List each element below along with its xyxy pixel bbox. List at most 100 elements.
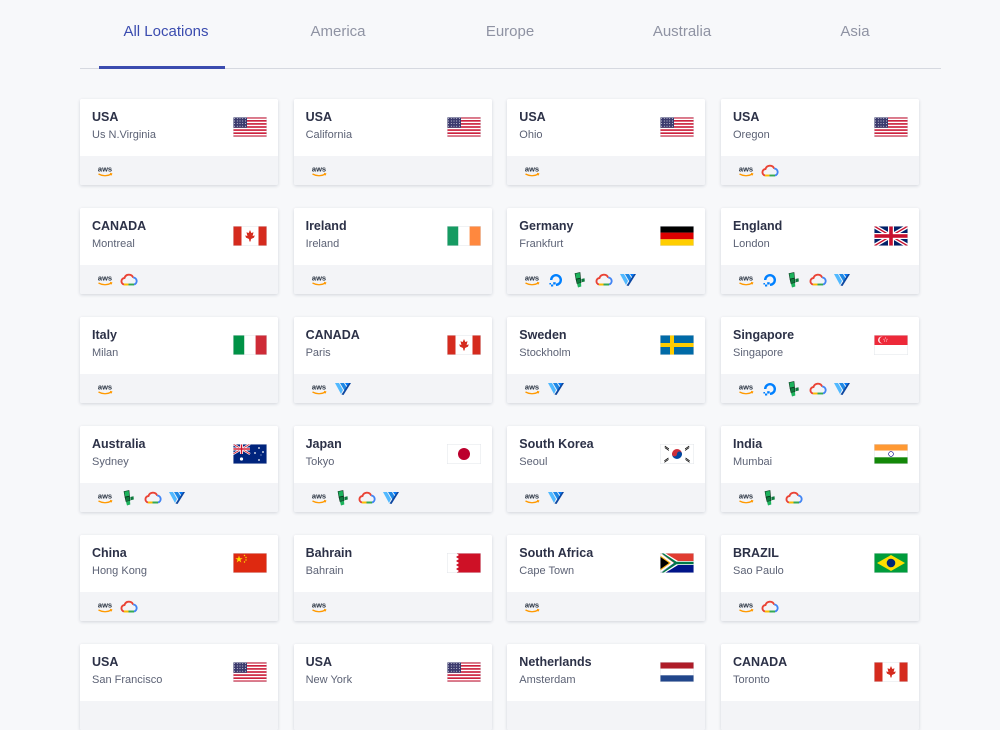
provider-list: aws <box>95 272 143 288</box>
vultr-icon <box>832 381 852 397</box>
card-providers: aws <box>721 156 919 185</box>
tab-america[interactable]: America <box>268 0 408 69</box>
city-name: Montreal <box>92 238 135 250</box>
flag-ca-icon <box>233 226 267 246</box>
tab-europe[interactable]: Europe <box>440 0 580 69</box>
country-name: USA <box>92 110 119 124</box>
vultr-icon <box>333 381 353 397</box>
country-name: Sweden <box>519 328 567 342</box>
card-header: CANADA Paris <box>293 317 492 374</box>
country-name: Japan <box>305 437 342 451</box>
location-card[interactable]: BRAZIL Sao Paulo aws <box>721 534 919 621</box>
flag-kr-icon <box>660 444 695 464</box>
location-card[interactable]: England London aws <box>721 208 919 294</box>
card-providers: aws <box>80 156 278 185</box>
linode-icon <box>570 272 590 288</box>
aws-icon: aws <box>95 599 115 615</box>
svg-text:aws: aws <box>312 165 326 174</box>
provider-list: aws <box>736 490 808 506</box>
location-card[interactable]: Singapore Singapore aws <box>721 317 919 403</box>
svg-text:aws: aws <box>739 600 753 609</box>
card-providers <box>507 700 706 730</box>
provider-list: aws <box>309 272 333 288</box>
location-card[interactable]: Germany Frankfurt aws <box>507 208 706 294</box>
flag-de-icon <box>660 226 695 246</box>
flag-au-icon <box>233 444 267 464</box>
card-header: Germany Frankfurt <box>507 208 706 265</box>
location-card[interactable]: CANADA Paris aws <box>293 317 492 403</box>
location-card[interactable]: China Hong Kong aws <box>80 534 278 621</box>
location-card[interactable]: Japan Tokyo aws <box>293 426 492 512</box>
location-card[interactable]: Sweden Stockholm aws <box>507 317 706 403</box>
location-card[interactable]: CANADA Toronto <box>721 643 919 730</box>
card-header: Ireland Ireland <box>293 208 492 265</box>
city-name: Seoul <box>519 456 548 468</box>
location-card[interactable]: South Africa Cape Town aws <box>507 534 706 621</box>
city-name: Toronto <box>733 673 770 686</box>
location-card[interactable]: Netherlands Amsterdam <box>507 643 706 730</box>
card-providers <box>80 700 278 730</box>
google-cloud-icon <box>357 490 377 506</box>
flag-se-icon <box>660 335 695 355</box>
location-card[interactable]: CANADA Montreal aws <box>80 208 278 294</box>
card-header: South Africa Cape Town <box>507 534 706 592</box>
svg-text:aws: aws <box>312 600 326 609</box>
tab-all-locations[interactable]: All Locations <box>96 0 236 69</box>
location-card[interactable]: Ireland Ireland aws <box>293 208 492 294</box>
linode-icon <box>119 490 139 506</box>
card-providers <box>721 700 919 730</box>
location-card[interactable]: India Mumbai aws <box>721 426 919 512</box>
card-header: Australia Sydney <box>80 426 278 483</box>
city-name: Singapore <box>733 347 784 359</box>
card-header: Sweden Stockholm <box>507 317 706 374</box>
flag-gb-icon <box>874 226 908 246</box>
flag-nl-icon <box>660 661 695 682</box>
aws-icon: aws <box>309 163 329 179</box>
google-cloud-icon <box>594 272 614 288</box>
location-card[interactable]: Italy Milan aws <box>80 317 278 403</box>
aws-icon: aws <box>309 381 329 397</box>
location-card[interactable]: Australia Sydney aws <box>80 426 278 512</box>
location-card[interactable]: Bahrain Bahrain aws <box>293 534 492 621</box>
location-card[interactable]: South Korea Seoul aws <box>507 426 706 512</box>
aws-icon: aws <box>736 272 756 288</box>
card-header: USA Us N.Virginia <box>80 99 278 156</box>
location-card[interactable]: USA Us N.Virginia aws <box>80 99 278 185</box>
svg-text:aws: aws <box>98 165 112 174</box>
location-card[interactable]: USA Oregon aws <box>721 99 919 185</box>
country-name: BRAZIL <box>733 545 779 560</box>
location-card[interactable]: USA San Francisco <box>80 643 278 730</box>
city-name: Frankfurt <box>519 238 564 250</box>
country-name: Germany <box>519 219 574 233</box>
location-card[interactable]: USA New York <box>293 643 492 730</box>
svg-text:aws: aws <box>739 492 753 501</box>
provider-list: aws <box>309 163 333 179</box>
digitalocean-icon <box>760 272 780 288</box>
card-providers: aws <box>80 374 278 403</box>
provider-list: aws <box>522 490 570 506</box>
city-name: Sao Paulo <box>733 564 784 577</box>
location-card[interactable]: USA California aws <box>293 99 492 185</box>
tab-australia[interactable]: Australia <box>612 0 752 69</box>
city-name: Tokyo <box>305 456 335 468</box>
card-header: India Mumbai <box>721 426 919 483</box>
city-name: Sydney <box>92 456 129 468</box>
svg-text:aws: aws <box>98 492 112 501</box>
aws-icon: aws <box>522 599 542 615</box>
country-name: India <box>733 437 763 451</box>
city-name: San Francisco <box>92 673 163 686</box>
aws-icon: aws <box>522 490 542 506</box>
card-header: CANADA Montreal <box>80 208 278 265</box>
provider-list: aws <box>736 599 784 615</box>
card-providers: aws <box>293 591 492 621</box>
vultr-icon <box>618 272 638 288</box>
location-card[interactable]: USA Ohio aws <box>507 99 706 185</box>
flag-it-icon <box>233 335 267 355</box>
aws-icon: aws <box>522 381 542 397</box>
tab-asia[interactable]: Asia <box>785 0 925 69</box>
card-header: Netherlands Amsterdam <box>507 643 706 701</box>
card-header: Japan Tokyo <box>293 426 492 483</box>
svg-text:aws: aws <box>312 383 326 392</box>
svg-text:aws: aws <box>525 274 539 283</box>
card-header: USA New York <box>293 643 492 701</box>
